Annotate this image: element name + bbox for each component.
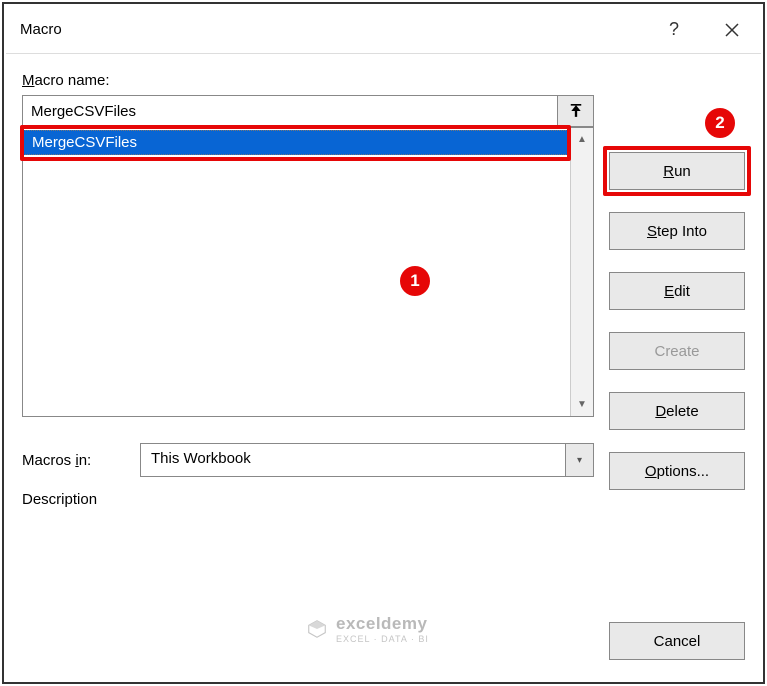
cancel-button[interactable]: Cancel bbox=[609, 622, 745, 660]
macro-name-input[interactable] bbox=[22, 95, 558, 127]
scrollbar[interactable]: ▲ ▼ bbox=[571, 128, 593, 416]
chevron-down-icon: ▾ bbox=[566, 443, 594, 477]
macros-in-select[interactable]: This Workbook ▾ bbox=[140, 443, 594, 477]
dialog-body: Macro name: MergeCSVFiles ▲ ▼ 1 bbox=[6, 54, 761, 680]
step-into-button[interactable]: Step Into bbox=[609, 212, 745, 250]
list-item[interactable]: MergeCSVFiles bbox=[23, 130, 570, 155]
help-button[interactable]: ? bbox=[645, 6, 703, 54]
scroll-up-icon: ▲ bbox=[577, 134, 587, 145]
action-buttons: Run Step Into Edit Create Delete Options… bbox=[609, 152, 745, 490]
annotation-badge-2: 2 bbox=[703, 106, 737, 140]
annotation-badge-1: 1 bbox=[398, 264, 432, 298]
run-button[interactable]: Run bbox=[609, 152, 745, 190]
macro-name-label: Macro name: bbox=[22, 72, 594, 89]
options-button[interactable]: Options... bbox=[609, 452, 745, 490]
macro-dialog: Macro ? Macro name: MergeCSVFiles bbox=[6, 6, 761, 680]
exceldemy-logo-icon bbox=[306, 618, 328, 640]
dialog-title: Macro bbox=[20, 21, 645, 38]
go-to-macro-button[interactable] bbox=[558, 95, 594, 127]
description-label: Description bbox=[22, 491, 140, 508]
arrow-up-icon bbox=[569, 104, 583, 118]
edit-button[interactable]: Edit bbox=[609, 272, 745, 310]
scroll-down-icon: ▼ bbox=[577, 399, 587, 410]
macros-in-value: This Workbook bbox=[140, 443, 566, 477]
watermark: exceldemy EXCEL · DATA · BI bbox=[306, 614, 429, 644]
titlebar: Macro ? bbox=[6, 6, 761, 54]
close-icon bbox=[724, 22, 740, 38]
macros-in-label: Macros in: bbox=[22, 452, 140, 469]
create-button: Create bbox=[609, 332, 745, 370]
macro-list[interactable]: MergeCSVFiles ▲ ▼ bbox=[22, 127, 594, 417]
close-button[interactable] bbox=[703, 6, 761, 54]
delete-button[interactable]: Delete bbox=[609, 392, 745, 430]
